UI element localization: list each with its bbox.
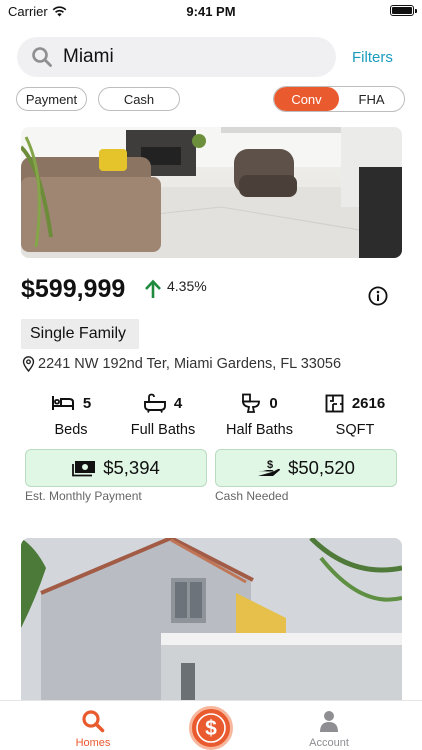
listing-price: $599,999 — [21, 275, 126, 303]
filters-link[interactable]: Filters — [352, 49, 393, 66]
cash-filter-button[interactable]: Cash — [98, 87, 180, 111]
monthly-payment-box[interactable]: $5,394 — [25, 449, 207, 487]
monthly-payment-value: $5,394 — [103, 457, 160, 478]
stat-full-baths: 4 Full Baths — [128, 393, 198, 438]
loan-type-conv[interactable]: Conv — [274, 87, 339, 111]
bathtub-icon — [143, 393, 166, 413]
status-time: 9:41 PM — [186, 4, 236, 19]
stat-sqft: 2616 SQFT — [324, 393, 386, 438]
living-room-image — [21, 127, 402, 258]
tab-account-label: Account — [309, 737, 349, 749]
money-icon — [72, 460, 96, 476]
trend-up-icon — [145, 279, 161, 298]
svg-text:$: $ — [205, 717, 217, 740]
tab-homes-label: Homes — [75, 737, 111, 749]
sqft-label: SQFT — [335, 422, 375, 438]
person-icon — [320, 711, 338, 732]
property-type-badge: Single Family — [21, 319, 139, 349]
payment-filter-button[interactable]: Payment — [16, 87, 87, 111]
location-pin-icon — [22, 356, 35, 372]
half-baths-label: Half Baths — [226, 422, 293, 438]
cash-needed-box[interactable]: $ $50,520 — [215, 449, 397, 487]
address-text: 2241 NW 192nd Ter, Miami Gardens, FL 330… — [38, 356, 342, 372]
loan-type-fha[interactable]: FHA — [339, 87, 404, 111]
loan-type-toggle: Conv FHA — [273, 86, 405, 112]
tab-homes[interactable]: Homes — [70, 709, 116, 749]
stat-half-baths: 0 Half Baths — [222, 393, 297, 438]
beds-value: 5 — [82, 394, 92, 412]
search-icon — [82, 710, 105, 733]
toilet-icon — [242, 393, 261, 413]
search-icon — [32, 47, 52, 67]
listing-photo[interactable] — [21, 127, 402, 258]
cash-needed-caption: Cash Needed — [215, 489, 289, 503]
listing-photo-2[interactable] — [21, 538, 402, 700]
payment-tab-button[interactable]: $ — [189, 706, 233, 750]
svg-text:$: $ — [267, 459, 273, 471]
bed-icon — [51, 396, 74, 410]
hand-money-icon: $ — [258, 459, 281, 476]
search-bar[interactable] — [17, 37, 336, 77]
house-exterior-image — [21, 538, 402, 700]
cash-needed-value: $50,520 — [288, 457, 355, 478]
battery-icon — [390, 5, 417, 16]
monthly-payment-caption: Est. Monthly Payment — [25, 489, 142, 503]
status-bar: Carrier 9:41 PM — [0, 0, 422, 24]
dollar-icon: $ — [196, 713, 226, 743]
full-baths-value: 4 — [173, 394, 183, 412]
tab-account[interactable]: Account — [304, 709, 354, 749]
listing-address: 2241 NW 192nd Ter, Miami Gardens, FL 330… — [22, 356, 341, 372]
beds-label: Beds — [54, 422, 88, 438]
half-baths-value: 0 — [269, 394, 278, 412]
full-baths-label: Full Baths — [130, 422, 196, 438]
stat-beds: 5 Beds — [46, 393, 96, 438]
price-change: 4.35% — [167, 278, 207, 294]
info-icon[interactable] — [368, 286, 388, 306]
search-input[interactable] — [63, 46, 303, 68]
floorplan-icon — [325, 394, 344, 412]
sqft-value: 2616 — [351, 394, 386, 412]
